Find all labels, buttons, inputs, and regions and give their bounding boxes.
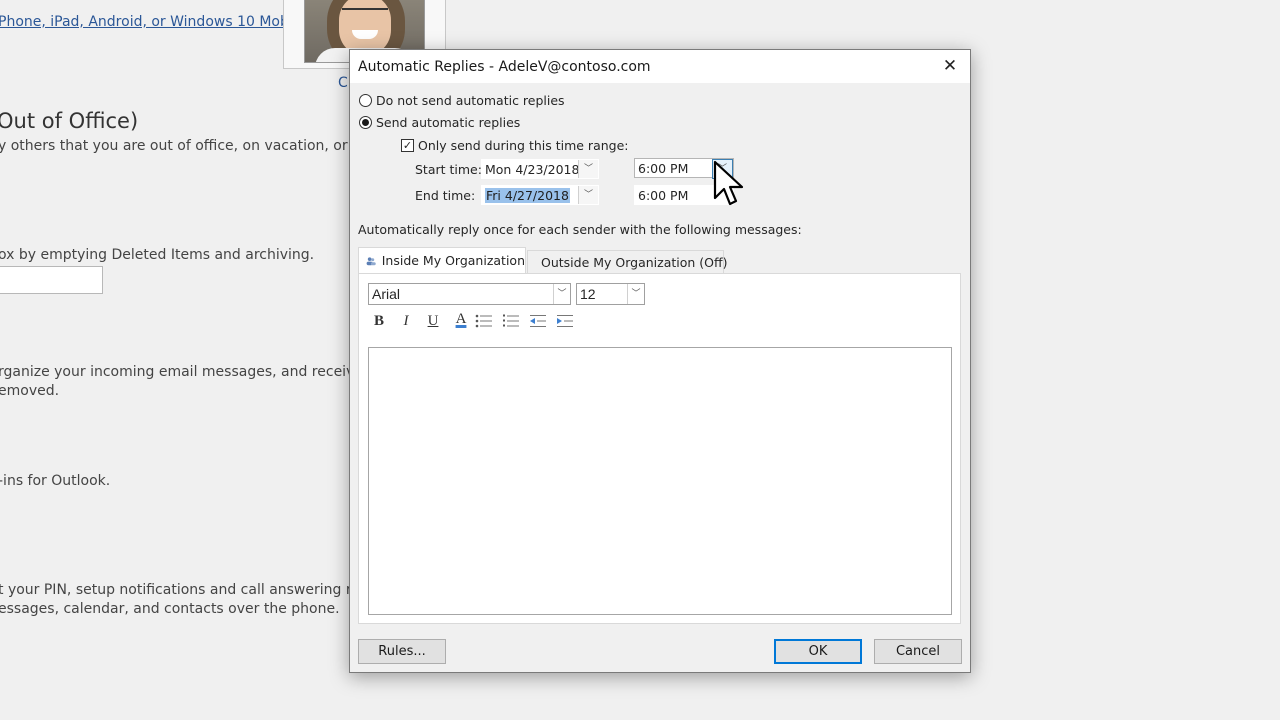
- radio-button-on[interactable]: [359, 116, 372, 129]
- rules-alerts-description: rganize your incoming email messages, an…: [0, 364, 395, 380]
- bullets-icon[interactable]: [475, 313, 493, 329]
- font-name-combo[interactable]: Arial ﹀: [368, 283, 571, 305]
- tab-outside-organization[interactable]: Outside My Organization (Off): [527, 250, 728, 274]
- mailbox-size-bar: [0, 266, 103, 294]
- increase-indent-icon[interactable]: [556, 313, 574, 329]
- message-editor[interactable]: [368, 347, 952, 615]
- tab-outside-label: Outside My Organization (Off): [541, 254, 728, 270]
- font-color-button[interactable]: A: [450, 308, 472, 330]
- rules-alerts-description-2: emoved.: [0, 383, 60, 399]
- end-time-label: End time:: [415, 188, 476, 203]
- automatic-replies-heading: Out of Office): [0, 109, 139, 133]
- time-range-checkbox[interactable]: ✓: [401, 139, 414, 152]
- radio-do-not-send-label: Do not send automatic replies: [376, 93, 565, 108]
- chevron-down-icon[interactable]: ﹀: [627, 284, 644, 304]
- mobile-devices-link[interactable]: Phone, iPad, Android, or Windows 10 Mobi…: [0, 14, 310, 30]
- close-icon[interactable]: ✕: [940, 56, 960, 76]
- dialog-titlebar[interactable]: Automatic Replies - AdeleV@contoso.com ✕: [350, 50, 970, 83]
- mailbox-cleanup-description: ox by emptying Deleted Items and archivi…: [0, 247, 315, 263]
- start-date-picker[interactable]: Mon 4/23/2018 ﹀: [481, 159, 599, 179]
- decrease-indent-icon[interactable]: [529, 313, 547, 329]
- automatic-replies-description: y others that you are out of office, on …: [0, 138, 397, 154]
- rules-button[interactable]: Rules...: [358, 639, 446, 664]
- photo-change-link[interactable]: C: [338, 75, 348, 91]
- radio-button-off[interactable]: [359, 94, 372, 107]
- font-name-value: Arial: [372, 286, 401, 302]
- chevron-down-icon[interactable]: ﹀: [578, 160, 598, 178]
- automatic-replies-dialog: Automatic Replies - AdeleV@contoso.com ✕…: [349, 49, 971, 673]
- start-date-value: Mon 4/23/2018: [485, 162, 580, 177]
- voicemail-description-2: essages, calendar, and contacts over the…: [0, 601, 340, 617]
- radio-send-replies[interactable]: Send automatic replies: [359, 115, 520, 130]
- radio-send-replies-label: Send automatic replies: [376, 115, 521, 130]
- numbering-icon[interactable]: [502, 313, 520, 329]
- time-range-label: Only send during this time range:: [418, 138, 629, 153]
- people-icon: [366, 256, 376, 265]
- font-size-value: 12: [580, 286, 596, 302]
- radio-do-not-send[interactable]: Do not send automatic replies: [359, 93, 565, 108]
- start-time-label: Start time:: [415, 162, 482, 177]
- voicemail-description: t your PIN, setup notifications and call…: [0, 582, 398, 598]
- italic-button[interactable]: I: [395, 310, 417, 332]
- start-time-value: 6:00 PM: [638, 161, 689, 176]
- chevron-down-icon[interactable]: ﹀: [553, 284, 570, 304]
- mouse-cursor-icon: [713, 160, 744, 206]
- addins-description: -ins for Outlook.: [0, 473, 111, 489]
- end-time-value: 6:00 PM: [638, 188, 689, 203]
- end-date-picker[interactable]: Fri 4/27/2018 ﹀: [481, 185, 599, 205]
- chevron-down-icon[interactable]: ﹀: [578, 186, 598, 204]
- reply-instruction: Automatically reply once for each sender…: [358, 222, 802, 237]
- tab-inside-label: Inside My Organization: [381, 253, 525, 268]
- font-size-combo[interactable]: 12 ﹀: [576, 283, 645, 305]
- cancel-button[interactable]: Cancel: [874, 639, 962, 664]
- time-range-checkbox-row[interactable]: ✓ Only send during this time range:: [401, 138, 629, 153]
- tab-inside-organization[interactable]: Inside My Organization: [358, 247, 526, 273]
- ok-button[interactable]: OK: [774, 639, 862, 664]
- dialog-title: Automatic Replies - AdeleV@contoso.com: [358, 59, 651, 75]
- bold-button[interactable]: B: [368, 310, 390, 332]
- underline-button[interactable]: U: [422, 310, 444, 332]
- end-date-value: Fri 4/27/2018: [485, 188, 570, 203]
